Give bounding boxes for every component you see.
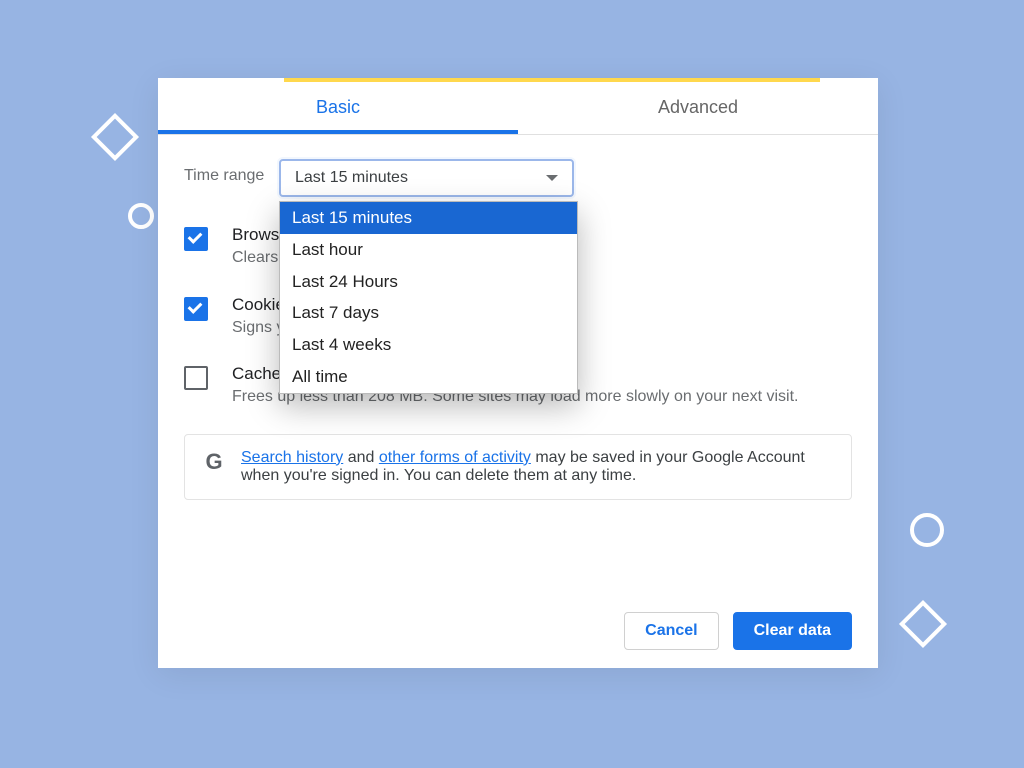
option-last-15-minutes[interactable]: Last 15 minutes bbox=[280, 202, 577, 234]
time-range-value: Last 15 minutes bbox=[295, 169, 546, 187]
checkbox-cookies[interactable] bbox=[184, 297, 208, 321]
checkbox-browsing-history[interactable] bbox=[184, 227, 208, 251]
decoration-diamond bbox=[91, 113, 139, 161]
cancel-button[interactable]: Cancel bbox=[624, 612, 718, 650]
time-range-dropdown: Last 15 minutes Last hour Last 24 Hours … bbox=[279, 201, 578, 394]
decoration-diamond bbox=[899, 600, 947, 648]
checkbox-cached-images[interactable] bbox=[184, 366, 208, 390]
google-logo-icon: G bbox=[201, 451, 227, 473]
clear-browsing-data-dialog: Basic Advanced Time range Last 15 minute… bbox=[158, 78, 878, 668]
link-other-activity[interactable]: other forms of activity bbox=[379, 449, 531, 466]
option-all-time[interactable]: All time bbox=[280, 361, 577, 393]
google-account-info: G Search history and other forms of acti… bbox=[184, 434, 852, 500]
link-search-history[interactable]: Search history bbox=[241, 449, 343, 466]
decoration-circle bbox=[128, 203, 154, 229]
option-last-4-weeks[interactable]: Last 4 weeks bbox=[280, 329, 577, 361]
option-last-7-days[interactable]: Last 7 days bbox=[280, 297, 577, 329]
decoration-circle bbox=[910, 513, 944, 547]
time-range-label: Time range bbox=[184, 159, 279, 185]
dialog-footer: Cancel Clear data bbox=[624, 612, 852, 650]
time-range-select[interactable]: Last 15 minutes Last 15 minutes Last hou… bbox=[279, 159, 574, 197]
tab-basic[interactable]: Basic bbox=[158, 84, 518, 134]
info-text: Search history and other forms of activi… bbox=[241, 449, 835, 485]
option-last-24-hours[interactable]: Last 24 Hours bbox=[280, 266, 577, 298]
chevron-down-icon bbox=[546, 175, 558, 181]
option-last-hour[interactable]: Last hour bbox=[280, 234, 577, 266]
tab-bar: Basic Advanced bbox=[158, 84, 878, 135]
tab-advanced[interactable]: Advanced bbox=[518, 84, 878, 134]
clear-data-button[interactable]: Clear data bbox=[733, 612, 852, 650]
top-accent-bar bbox=[284, 78, 820, 82]
